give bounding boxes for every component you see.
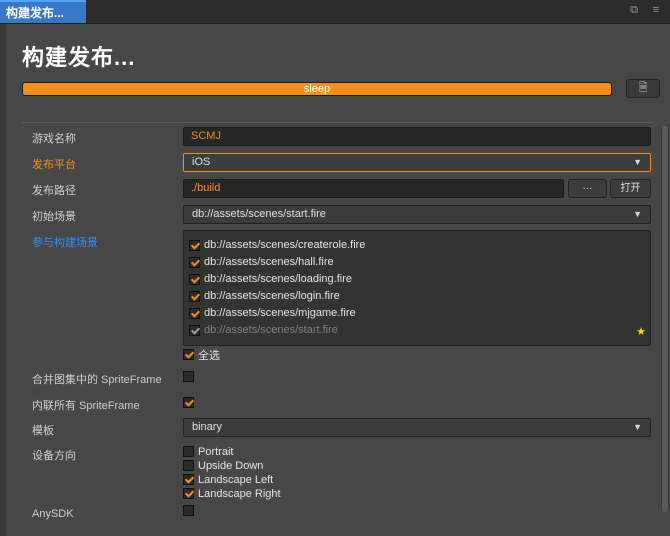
select-all-checkbox[interactable]: 全选	[183, 348, 220, 362]
checkbox[interactable]	[183, 446, 194, 457]
list-item: db://assets/scenes/start.fire	[189, 322, 338, 338]
merge-sprite-label: 合并图集中的 SpriteFrame	[32, 374, 162, 386]
star-icon: ★	[636, 326, 646, 338]
orientation-option-label: Landscape Right	[198, 487, 281, 500]
checkbox[interactable]	[189, 273, 200, 285]
orientation-option-label: Upside Down	[198, 459, 264, 472]
build-path-input[interactable]: ./build	[183, 179, 564, 198]
browse-button[interactable]: ···	[568, 179, 607, 198]
checkbox[interactable]	[183, 474, 194, 485]
menu-icon[interactable]: ≡	[650, 4, 662, 16]
list-item[interactable]: db://assets/scenes/login.fire	[189, 288, 340, 304]
build-progress-bar: sleep	[22, 82, 612, 96]
divider	[22, 122, 652, 123]
scene-path: db://assets/scenes/login.fire	[204, 290, 340, 302]
checkbox[interactable]	[189, 239, 200, 251]
platform-select[interactable]: iOS ▼	[183, 153, 651, 172]
scene-list: db://assets/scenes/createrole.fire db://…	[183, 230, 651, 346]
checkbox[interactable]	[189, 307, 200, 319]
orientation-portrait[interactable]: Portrait	[183, 445, 233, 458]
platform-value: iOS	[192, 156, 211, 168]
dropdown-arrow-icon: ▼	[633, 209, 642, 219]
document-icon: 🗎	[638, 82, 648, 94]
page-title: 构建发布...	[22, 45, 136, 70]
scene-path: db://assets/scenes/start.fire	[204, 324, 338, 336]
inline-sprite-checkbox[interactable]	[183, 397, 194, 408]
top-bar: 构建发布... ⧉ ≡	[0, 0, 670, 24]
list-item[interactable]: db://assets/scenes/hall.fire	[189, 254, 334, 270]
scene-path: db://assets/scenes/createrole.fire	[204, 239, 366, 251]
platform-label: 发布平台	[32, 159, 76, 171]
dropdown-arrow-icon: ▼	[633, 422, 642, 432]
list-item[interactable]: db://assets/scenes/createrole.fire	[189, 237, 365, 253]
scrollbar-thumb[interactable]	[662, 126, 668, 512]
doc-button[interactable]: 🗎	[626, 79, 660, 98]
anysdk-checkbox[interactable]	[183, 505, 194, 516]
start-scene-label: 初始场景	[32, 211, 76, 223]
scenes-label: 参与构建场景	[32, 237, 98, 249]
orientation-label: 设备方向	[32, 450, 76, 462]
scene-path: db://assets/scenes/loading.fire	[204, 273, 352, 285]
list-item[interactable]: db://assets/scenes/loading.fire	[189, 271, 352, 287]
checkbox[interactable]	[189, 290, 200, 302]
checkbox[interactable]	[183, 460, 194, 471]
tab-build[interactable]: 构建发布...	[0, 0, 86, 23]
merge-sprite-checkbox[interactable]	[183, 371, 194, 382]
checkbox[interactable]	[183, 488, 194, 499]
start-scene-select[interactable]: db://assets/scenes/start.fire ▼	[183, 205, 651, 224]
template-label: 模板	[32, 425, 54, 437]
anysdk-label: AnySDK	[32, 508, 74, 520]
checkbox[interactable]	[189, 256, 200, 268]
scene-path: db://assets/scenes/mjgame.fire	[204, 307, 356, 319]
window-controls: ⧉ ≡	[628, 4, 662, 16]
orientation-option-label: Portrait	[198, 445, 234, 458]
checkbox	[189, 324, 200, 336]
inline-sprite-label: 内联所有 SpriteFrame	[32, 400, 140, 412]
template-select[interactable]: binary ▼	[183, 418, 651, 437]
build-panel: 构建发布... sleep 🗎 游戏名称 SCMJ 发布平台 iOS ▼ 发布路…	[6, 24, 670, 536]
orientation-option-label: Landscape Left	[198, 473, 274, 486]
template-value: binary	[192, 421, 222, 433]
scene-path: db://assets/scenes/hall.fire	[204, 256, 334, 268]
checkbox[interactable]	[183, 349, 194, 360]
dropdown-arrow-icon: ▼	[633, 157, 642, 167]
open-button[interactable]: 打开	[610, 179, 651, 198]
progress-label: sleep	[303, 83, 331, 95]
list-item[interactable]: db://assets/scenes/mjgame.fire	[189, 305, 356, 321]
game-name-label: 游戏名称	[32, 133, 76, 145]
popout-icon[interactable]: ⧉	[628, 4, 640, 16]
build-path-label: 发布路径	[32, 185, 76, 197]
orientation-landscape-right[interactable]: Landscape Right	[183, 487, 281, 500]
select-all-label: 全选	[198, 349, 220, 362]
start-scene-value: db://assets/scenes/start.fire	[192, 208, 326, 220]
scrollbar[interactable]	[661, 126, 669, 512]
game-name-input[interactable]: SCMJ	[183, 127, 651, 146]
orientation-upside-down[interactable]: Upside Down	[183, 459, 263, 472]
orientation-landscape-left[interactable]: Landscape Left	[183, 473, 273, 486]
